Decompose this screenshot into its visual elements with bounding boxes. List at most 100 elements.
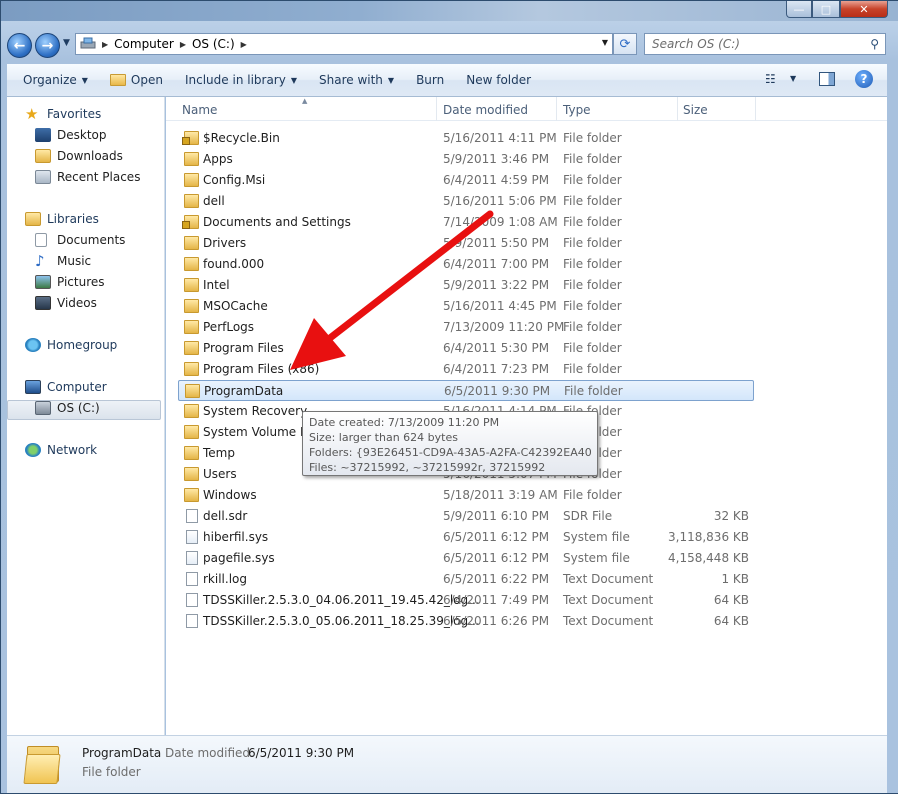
file-name: dell [203,194,225,208]
column-header-name[interactable]: Name [182,103,217,117]
sidebar-item-music[interactable]: ♪ Music [35,254,92,269]
column-divider[interactable] [556,97,557,121]
table-row[interactable]: hiberfil.sys 6/5/2011 6:12 PM System file 3… [178,527,754,548]
change-view-icon[interactable]: ☷ [765,72,776,86]
include-label: Include in library [184,73,286,87]
table-row[interactable]: Windows 5/18/2011 3:19 AM File folder [178,485,754,506]
file-date: 5/9/2011 5:50 PM [443,236,550,250]
sidebar-item-favorites[interactable]: ★ Favorites [25,107,102,122]
file-name: hiberfil.sys [203,530,269,544]
table-row[interactable]: TDSSKiller.2.5.3.0_04.06.2011_19.45.42_l… [178,590,754,611]
file-date: 6/5/2011 9:30 PM [444,384,551,398]
back-button[interactable]: ← [7,33,32,58]
folder-icon [184,299,199,313]
sidebar-item-downloads[interactable]: Downloads [35,149,123,163]
folder-icon [185,384,200,398]
file-type: File folder [563,341,622,355]
folder-icon [184,404,199,418]
file-date: 6/5/2011 6:22 PM [443,572,550,586]
table-row[interactable]: PerfLogs 7/13/2009 11:20 PM File folder [178,317,754,338]
sidebar-label: Network [47,443,98,457]
column-divider[interactable] [436,97,437,121]
documents-icon [35,233,47,247]
help-icon[interactable]: ? [855,70,873,88]
file-date: 6/5/2011 6:26 PM [443,614,550,628]
file-name: Config.Msi [203,173,266,187]
organize-button[interactable]: Organize ▼ [7,73,99,87]
breadcrumb-os-c[interactable]: OS (C:) [188,37,239,51]
file-date: 5/16/2011 5:06 PM [443,194,557,208]
minimize-button[interactable]: — [786,1,812,18]
include-in-library-button[interactable]: Include in library ▼ [174,73,308,87]
breadcrumb-separator-icon[interactable]: ▶ [178,40,188,49]
sidebar-item-os-c[interactable]: OS (C:) [35,401,100,415]
table-row[interactable]: Program Files 6/4/2011 5:30 PM File folder [178,338,754,359]
file-name: System Recovery [203,404,308,418]
column-header-type[interactable]: Type [563,103,591,117]
table-row[interactable]: Program Files (x86) 6/4/2011 7:23 PM File … [178,359,754,380]
downloads-folder-icon [35,149,51,163]
preview-pane-icon[interactable] [819,72,835,86]
address-dropdown-icon[interactable]: ▼ [602,38,608,47]
table-row[interactable]: Intel 5/9/2011 3:22 PM File folder [178,275,754,296]
sidebar-label: Music [57,254,92,268]
close-button[interactable]: ✕ [840,1,888,18]
sidebar-label: Documents [57,233,126,247]
search-icon[interactable]: ⚲ [870,37,879,51]
file-type: File folder [563,257,622,271]
file-type: File folder [563,320,622,334]
table-row[interactable]: rkill.log 6/5/2011 6:22 PM Text Document 1 … [178,569,754,590]
file-type: SDR File [563,509,613,523]
burn-button[interactable]: Burn [405,73,455,87]
table-row[interactable]: MSOCache 5/16/2011 4:45 PM File folder [178,296,754,317]
sidebar-item-documents[interactable]: Documents [35,233,125,247]
table-row[interactable]: Documents and Settings 7/14/2009 1:08 AM F… [178,212,754,233]
sidebar-item-libraries[interactable]: Libraries [25,212,99,226]
refresh-button[interactable]: ⟳ [613,33,637,55]
sidebar-item-pictures[interactable]: Pictures [35,275,105,289]
column-divider[interactable] [677,97,678,121]
sidebar-label: Homegroup [47,338,118,352]
table-row-selected[interactable]: ProgramData 6/5/2011 9:30 PM File folder [178,380,754,401]
sidebar-item-recent-places[interactable]: Recent Places [35,170,140,184]
sidebar-item-videos[interactable]: Videos [35,296,97,310]
file-name: TDSSKiller.2.5.3.0_05.06.2011_18.25.39_l… [203,614,480,628]
table-row[interactable]: pagefile.sys 6/5/2011 6:12 PM System file 4… [178,548,754,569]
file-name: Program Files [203,341,284,355]
sidebar-item-network[interactable]: Network [25,443,97,457]
folder-icon [184,152,199,166]
column-header-date[interactable]: Date modified [443,103,528,117]
table-row[interactable]: dell.sdr 5/9/2011 6:10 PM SDR File 32 KB [178,506,754,527]
address-bar[interactable]: ▶ Computer ▶ OS (C:) ▶ ▼ [75,33,613,55]
column-headers: ▲ Name Date modified Type Size [166,97,887,121]
table-row[interactable]: Config.Msi 6/4/2011 4:59 PM File folder [178,170,754,191]
column-header-size[interactable]: Size [683,103,708,117]
share-with-button[interactable]: Share with ▼ [308,73,405,87]
open-button[interactable]: Open [99,73,174,87]
forward-button[interactable]: → [35,33,60,58]
view-options-dropdown-icon[interactable]: ▼ [790,74,796,83]
sidebar-item-homegroup[interactable]: Homegroup [25,338,117,352]
table-row[interactable]: Drivers 5/9/2011 5:50 PM File folder [178,233,754,254]
table-row[interactable]: $Recycle.Bin 5/16/2011 4:11 PM File folder [178,128,754,149]
sidebar-item-desktop[interactable]: Desktop [35,128,107,142]
breadcrumb-separator-icon[interactable]: ▶ [100,40,110,49]
table-row[interactable]: Apps 5/9/2011 3:46 PM File folder [178,149,754,170]
sort-ascending-icon: ▲ [302,97,308,105]
file-icon [186,614,198,628]
pictures-icon [35,275,51,289]
maximize-button[interactable]: □ [812,1,840,18]
breadcrumb-separator-icon[interactable]: ▶ [239,40,249,49]
table-row[interactable]: dell 5/16/2011 5:06 PM File folder [178,191,754,212]
search-input[interactable]: Search OS (C:) ⚲ [644,33,886,55]
sidebar-label: Favorites [47,107,102,121]
new-folder-button[interactable]: New folder [455,73,542,87]
breadcrumb-computer[interactable]: Computer [110,37,178,51]
recent-places-icon [35,170,51,184]
back-arrow-icon: ← [13,37,26,54]
table-row[interactable]: found.000 6/4/2011 7:00 PM File folder [178,254,754,275]
table-row[interactable]: TDSSKiller.2.5.3.0_05.06.2011_18.25.39_l… [178,611,754,632]
sidebar-item-computer[interactable]: Computer [25,380,107,394]
column-divider[interactable] [755,97,756,121]
recent-pages-dropdown[interactable]: ▼ [63,38,70,48]
